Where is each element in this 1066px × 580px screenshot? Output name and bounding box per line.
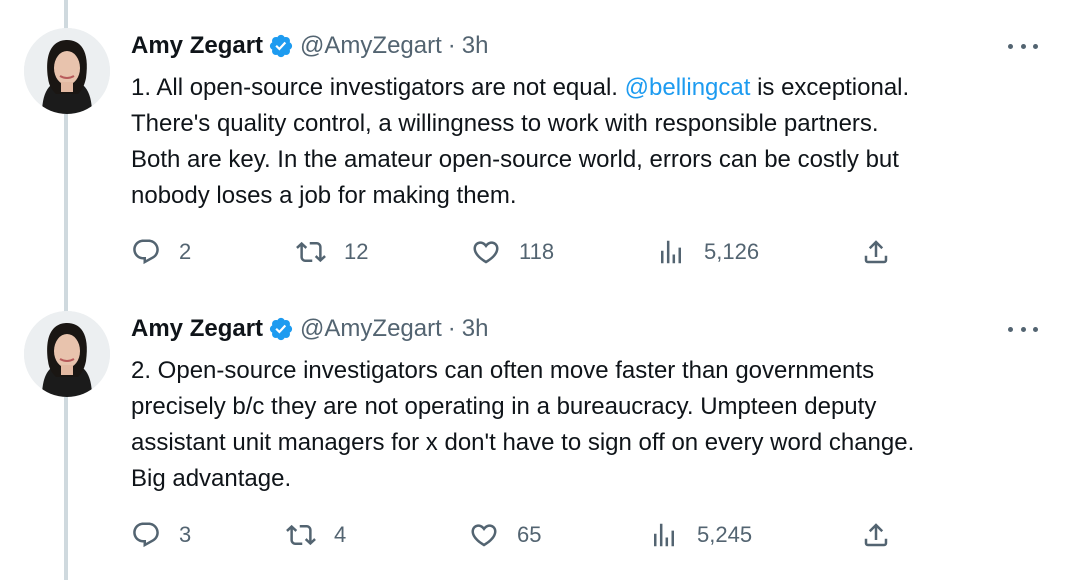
reply-button[interactable]: 2 [131, 232, 191, 272]
tweet-header: Amy Zegart @AmyZegart · 3h [131, 30, 488, 62]
tweet[interactable]: Amy Zegart @AmyZegart · 3h 2. Open-sourc… [0, 283, 1066, 566]
reply-count: 3 [179, 522, 192, 547]
retweet-icon [296, 241, 326, 263]
like-count: 118 [519, 239, 555, 264]
share-icon [864, 240, 888, 264]
views-chart-icon [661, 240, 681, 264]
retweet-button[interactable]: 12 [296, 232, 368, 272]
tweet-actions: 2 12 118 5,126 [131, 232, 931, 272]
share-button[interactable] [861, 232, 891, 272]
tweet-text-line: assistant unit managers for x don't have… [131, 429, 915, 456]
author-handle[interactable]: @AmyZegart [300, 315, 442, 343]
views-count: 5,245 [697, 522, 753, 547]
tweet-actions: 3 4 65 5,245 [131, 515, 931, 555]
separator-dot: · [447, 32, 456, 59]
separator-dot: · [447, 315, 456, 342]
retweet-icon [286, 524, 316, 546]
tweet-text-line: There's quality control, a willingness t… [131, 110, 879, 137]
tweet-text-line: Big advantage. [131, 465, 292, 492]
timestamp[interactable]: 3h [462, 315, 489, 343]
avatar[interactable] [24, 311, 110, 397]
reply-button[interactable]: 3 [131, 515, 191, 555]
tweet-text: 1. All open-source investigators are not… [131, 70, 1051, 214]
verified-badge-icon [269, 34, 293, 58]
share-button[interactable] [861, 515, 891, 555]
tweet[interactable]: Amy Zegart @AmyZegart · 3h 1. All open-s… [0, 0, 1066, 283]
timestamp[interactable]: 3h [462, 32, 489, 60]
more-horizontal-icon[interactable] [1008, 317, 1038, 341]
mention-link[interactable]: @bellingcat [625, 74, 751, 101]
views-count: 5,126 [704, 239, 760, 264]
views-chart-icon [654, 523, 674, 547]
tweet-text-line: nobody loses a job for making them. [131, 182, 517, 209]
views-button[interactable]: 5,245 [649, 515, 752, 555]
verified-badge-icon [269, 317, 293, 341]
tweet-text-line: 1. All open-source investigators are not… [131, 74, 910, 101]
like-button[interactable]: 65 [469, 515, 541, 555]
retweet-count: 4 [334, 522, 347, 547]
tweet-header: Amy Zegart @AmyZegart · 3h [131, 313, 488, 345]
retweet-button[interactable]: 4 [286, 515, 346, 555]
views-button[interactable]: 5,126 [656, 232, 759, 272]
heart-icon [473, 241, 499, 264]
tweet-text-line: precisely b/c they are not operating in … [131, 393, 877, 420]
author-name[interactable]: Amy Zegart [131, 32, 263, 60]
more-horizontal-icon[interactable] [1008, 34, 1038, 58]
like-button[interactable]: 118 [471, 232, 554, 272]
tweet-text-line: Both are key. In the amateur open-source… [131, 146, 899, 173]
author-handle[interactable]: @AmyZegart [300, 32, 442, 60]
reply-icon [133, 239, 159, 265]
reply-icon [133, 522, 159, 548]
tweet-text-line: 2. Open-source investigators can often m… [131, 357, 875, 384]
like-count: 65 [517, 522, 542, 547]
avatar[interactable] [24, 28, 110, 114]
retweet-count: 12 [344, 239, 369, 264]
share-icon [864, 523, 888, 547]
tweet-text: 2. Open-source investigators can often m… [131, 353, 1051, 497]
author-name[interactable]: Amy Zegart [131, 315, 263, 343]
reply-count: 2 [179, 239, 192, 264]
heart-icon [471, 524, 497, 547]
